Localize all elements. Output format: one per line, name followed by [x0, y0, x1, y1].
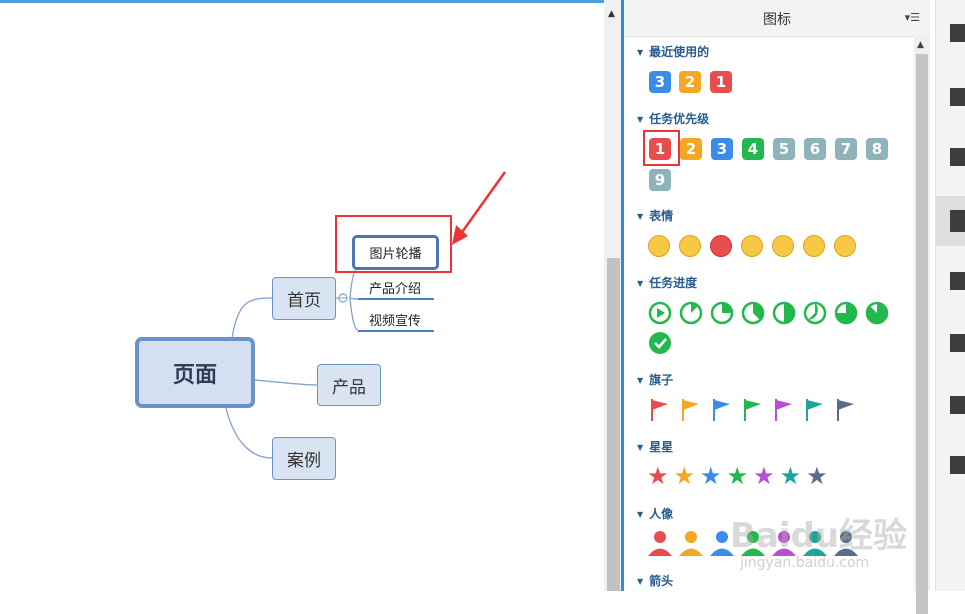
- right-toolbar: [935, 0, 965, 591]
- section-title-progress[interactable]: ▼ 任务进度: [637, 274, 697, 291]
- sort-list-icon[interactable]: ▾☰: [905, 11, 920, 24]
- sleepy-emoji-icon[interactable]: [803, 235, 825, 257]
- mindmap-canvas[interactable]: 页面 首页 产品 案例 图片轮播 产品介绍 视频宣传: [0, 0, 604, 591]
- highlight-box-carousel: [335, 215, 452, 273]
- style-brush-icon[interactable]: [950, 88, 965, 106]
- watermark-url: jingyan.baidu.com: [740, 555, 870, 571]
- branch-label-home: 首页: [287, 291, 321, 311]
- priority-4-icon[interactable]: 4: [742, 138, 764, 160]
- section-title-priority[interactable]: ▼ 任务优先级: [637, 110, 709, 127]
- priority-8-icon[interactable]: 8: [866, 138, 888, 160]
- outline-icon[interactable]: [950, 272, 965, 290]
- scrollbar-thumb[interactable]: [607, 258, 620, 591]
- angry-emoji-icon[interactable]: [710, 235, 732, 257]
- image-icon[interactable]: [950, 148, 965, 166]
- star-icons[interactable]: ★★★★★★★: [647, 462, 833, 490]
- collapse-triangle-icon: ▼: [637, 443, 644, 452]
- collapse-triangle-icon: ▼: [637, 577, 644, 586]
- collapse-triangle-icon: ▼: [637, 279, 644, 288]
- priority-2-icon[interactable]: 2: [680, 138, 702, 160]
- priority-3-icon[interactable]: 3: [711, 138, 733, 160]
- priority-5-icon[interactable]: 5: [773, 138, 795, 160]
- shock-emoji-icon[interactable]: [772, 235, 794, 257]
- task-icon[interactable]: [950, 456, 965, 474]
- task-progress-icons[interactable]: [624, 300, 914, 370]
- section-title-recent[interactable]: ▼ 最近使用的: [637, 43, 709, 60]
- panel-header: 图标 ▾☰: [624, 0, 930, 37]
- note-icon[interactable]: [950, 334, 965, 352]
- panel-scrollbar-thumb[interactable]: [916, 54, 928, 614]
- leaf-underline-intro: [358, 298, 434, 300]
- priority-7-icon[interactable]: 7: [835, 138, 857, 160]
- smile-emoji-icon[interactable]: [648, 235, 670, 257]
- flag-icons[interactable]: [624, 397, 914, 423]
- panel-title: 图标: [763, 12, 791, 28]
- priority-6-icon[interactable]: 6: [804, 138, 826, 160]
- section-title-emotion[interactable]: ▼ 表情: [637, 207, 673, 224]
- icon-panel: 图标 ▾☰ ▼ 最近使用的 3 2 1 ▼ 任务优先级 1 2 3 4 5 6 7 …: [624, 0, 930, 614]
- branch-label-cases: 案例: [287, 451, 321, 471]
- collapse-triangle-icon: ▼: [637, 115, 644, 124]
- collapse-triangle-icon: ▼: [637, 48, 644, 57]
- section-title-arrows[interactable]: ▼ 箭头: [637, 572, 673, 589]
- branch-node-product[interactable]: 产品: [317, 364, 381, 406]
- section-title-people[interactable]: ▼ 人像: [637, 505, 673, 522]
- leaf-underline-video: [358, 330, 434, 332]
- cry-emoji-icon[interactable]: [741, 235, 763, 257]
- leaf-label-intro[interactable]: 产品介绍: [369, 278, 421, 297]
- comment-icon[interactable]: [950, 396, 965, 414]
- grin-emoji-icon[interactable]: [679, 235, 701, 257]
- section-title-flags[interactable]: ▼ 旗子: [637, 371, 673, 388]
- branch-node-cases[interactable]: 案例: [272, 437, 336, 480]
- root-node-label: 页面: [172, 362, 217, 388]
- collapse-triangle-icon: ▼: [637, 376, 644, 385]
- canvas-top-border: [0, 0, 623, 3]
- flag-icon[interactable]: [950, 210, 965, 232]
- structure-icon[interactable]: [950, 24, 965, 42]
- priority-9-icon[interactable]: 9: [649, 169, 671, 191]
- section-title-stars[interactable]: ▼ 星星: [637, 438, 673, 455]
- panel-vertical-scrollbar[interactable]: ▲: [914, 36, 930, 614]
- leaf-label-video[interactable]: 视频宣传: [369, 310, 421, 329]
- branch-label-product: 产品: [332, 377, 366, 398]
- scroll-up-arrow-icon[interactable]: ▲: [917, 40, 924, 50]
- branch-node-home[interactable]: 首页: [272, 277, 336, 320]
- watermark-brand: Baidu经验: [730, 516, 908, 556]
- collapse-triangle-icon: ▼: [637, 212, 644, 221]
- root-node[interactable]: 页面: [135, 337, 255, 408]
- neutral-emoji-icon[interactable]: [834, 235, 856, 257]
- priority-2-icon[interactable]: 2: [679, 71, 701, 93]
- priority-3-icon[interactable]: 3: [649, 71, 671, 93]
- highlight-box-priority-1: [643, 130, 680, 166]
- collapse-triangle-icon: ▼: [637, 510, 644, 519]
- scroll-up-arrow-icon[interactable]: ▲: [608, 9, 615, 19]
- priority-1-icon[interactable]: 1: [710, 71, 732, 93]
